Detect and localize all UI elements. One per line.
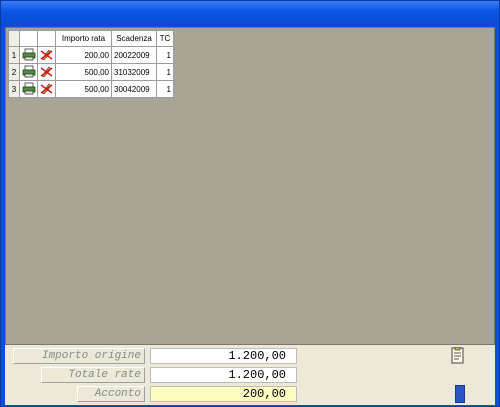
header-icon-col-1 [19,30,38,47]
acconto-field[interactable]: 200,00 [150,386,297,402]
cell-importo-rata[interactable]: 200,00 [55,46,112,64]
cell-tc[interactable]: 1 [156,80,174,98]
row-number: 2 [8,63,20,81]
title-bar[interactable] [1,1,499,26]
totals-panel: Importo origine 1.200,00 Totale rate 1.2… [5,345,495,405]
edit-icon[interactable] [37,80,56,98]
status-indicator [455,385,465,403]
printer-icon[interactable] [19,46,38,64]
cell-scadenza[interactable]: 30042009 [111,80,157,98]
cell-tc[interactable]: 1 [156,46,174,64]
cell-importo-rata[interactable]: 500,00 [55,63,112,81]
installments-panel: Importo rata Scadenza TC 1 200,00 200220… [5,27,495,345]
header-importo-rata[interactable]: Importo rata [55,30,112,47]
grid-header-row: Importo rata Scadenza TC [8,30,174,47]
header-tc[interactable]: TC [156,30,174,47]
importo-origine-field[interactable]: 1.200,00 [150,348,297,364]
cell-scadenza[interactable]: 31032009 [111,63,157,81]
header-icon-col-2 [37,30,56,47]
cell-importo-rata[interactable]: 500,00 [55,80,112,98]
printer-icon[interactable] [19,63,38,81]
cell-tc[interactable]: 1 [156,63,174,81]
totale-rate-label: Totale rate [41,367,145,383]
notes-icon[interactable] [449,346,467,365]
totale-rate-field[interactable]: 1.200,00 [150,367,297,383]
header-corner [8,30,20,47]
acconto-label: Acconto [77,386,145,402]
table-row[interactable]: 3 500,00 30042009 1 [8,80,174,98]
cell-scadenza[interactable]: 20022009 [111,46,157,64]
installments-grid: Importo rata Scadenza TC 1 200,00 200220… [8,30,174,98]
dialog-window: Importo rata Scadenza TC 1 200,00 200220… [0,0,500,407]
table-row[interactable]: 1 200,00 20022009 1 [8,46,174,64]
row-number: 1 [8,46,20,64]
row-number: 3 [8,80,20,98]
printer-icon[interactable] [19,80,38,98]
header-scadenza[interactable]: Scadenza [111,30,157,47]
edit-icon[interactable] [37,63,56,81]
edit-icon[interactable] [37,46,56,64]
importo-origine-label: Importo origine [13,348,145,364]
table-row[interactable]: 2 500,00 31032009 1 [8,63,174,81]
